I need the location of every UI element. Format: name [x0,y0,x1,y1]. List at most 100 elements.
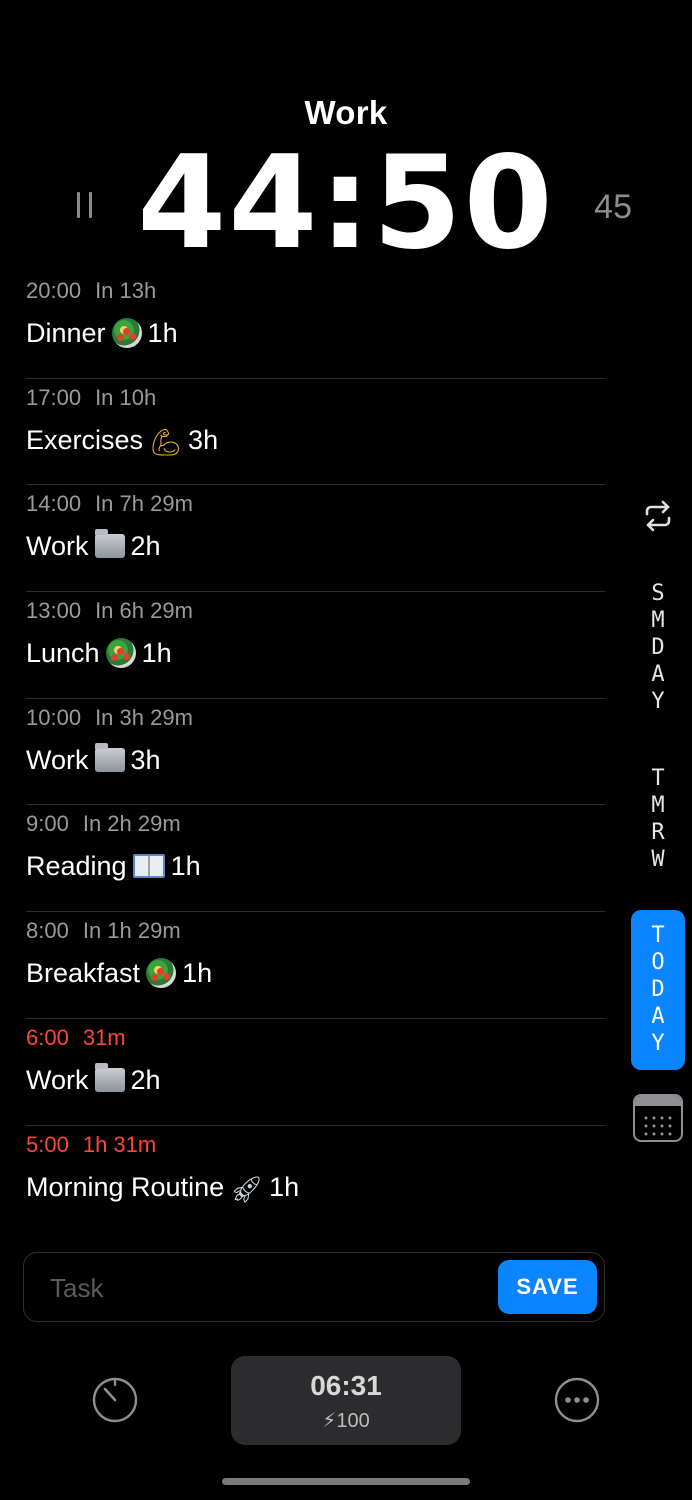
task-name: Morning Routine 🚀︎ 1h [26,1172,299,1203]
task-relative-time: In 13h [95,278,157,303]
task-time: 17:00 [26,384,82,410]
task-name: Breakfast 1h [26,958,212,989]
task-label: Exercises [26,424,144,455]
task-name: Reading 1h [26,851,201,882]
task-name: Exercises 💪︎ 3h [26,425,218,456]
task-relative-time: 1h 31m [82,1131,157,1157]
task-duration: 1h [182,958,213,989]
task-label: Morning Routine [26,1171,225,1202]
more-icon[interactable] [553,1376,601,1424]
task-meta: 8:00 In 1h 29m [26,918,195,944]
calendar-icon-header [635,1096,681,1106]
task-time: 14:00 [26,491,82,517]
task-label: Work [26,531,89,562]
task-label: Lunch [26,638,100,669]
timer-icon[interactable] [91,1376,139,1424]
repeat-icon[interactable] [641,500,675,532]
task-list: 20:00 In 13h Dinner 1h 17:00 In 10h Exercises 💪… [26,272,605,1232]
today-tab[interactable]: TODAY [631,910,685,1070]
task-time: 13:00 [26,598,82,624]
task-row[interactable]: 10:00 In 3h 29m Work 3h [26,699,605,806]
salad-icon [146,958,177,989]
task-row[interactable]: 8:00 In 1h 29m Breakfast 1h [26,912,605,1019]
task-meta: 17:00 In 10h [26,385,170,411]
duration-label[interactable]: 45 [594,188,632,227]
task-row[interactable]: 14:00 In 7h 29m Work 2h [26,485,605,593]
task-relative-time: In 3h 29m [95,704,193,730]
vertical-letter: T [651,766,665,791]
task-duration: 2h [130,1064,161,1095]
task-meta: 13:00 In 6h 29m [26,598,207,624]
task-meta: 10:00 In 3h 29m [26,705,207,731]
tomorrow-tab[interactable]: TMRW [644,765,672,873]
task-relative-time: In 6h 29m [95,598,193,624]
task-name: Work 2h [26,1062,161,1096]
task-label: Reading [26,851,127,882]
vertical-letter: D [651,977,665,1002]
task-name: Dinner 1h [26,318,178,349]
vertical-letter: O [651,950,665,975]
task-meta: 6:00 31m [26,1025,140,1051]
rocket-icon: 🚀︎ [230,1173,264,1204]
task-row[interactable]: 20:00 In 13h Dinner 1h [26,272,605,379]
task-row[interactable]: 17:00 In 10h Exercises 💪︎ 3h [26,379,605,486]
someday-tab[interactable]: SMDAY [644,580,672,715]
task-duration: 1h [269,1171,300,1202]
salad-icon [105,638,136,669]
home-indicator [222,1478,470,1485]
task-label: Work [26,744,89,775]
task-time: 10:00 [26,704,82,730]
vertical-letter: A [651,1004,665,1029]
task-row[interactable]: 13:00 In 6h 29m Lunch 1h [26,592,605,699]
folder-icon [94,529,125,559]
calendar-icon[interactable] [633,1094,683,1142]
vertical-letter: A [651,662,665,687]
task-relative-time: In 7h 29m [95,491,193,517]
task-time: 8:00 [26,918,69,944]
task-meta: 5:00 1h 31m [26,1132,170,1158]
save-button[interactable]: SAVE [498,1260,597,1314]
book-icon [132,854,165,879]
arm-icon: 💪︎ [149,426,183,457]
vertical-letter: R [651,820,665,845]
task-time: 9:00 [26,811,69,837]
vertical-letter: T [651,923,665,948]
task-name: Work 3h [26,742,161,776]
task-name: Lunch 1h [26,638,172,669]
task-duration: 1h [170,851,201,882]
vertical-letter: D [651,635,665,660]
energy-value: ⚡︎100 [231,1408,461,1433]
task-relative-time: In 2h 29m [82,811,181,837]
task-duration: 3h [130,744,161,775]
task-label: Breakfast [26,958,141,989]
task-input[interactable] [48,1267,492,1309]
task-time: 20:00 [26,278,82,303]
task-input-box: SAVE [23,1252,605,1322]
task-row[interactable]: 5:00 1h 31m Morning Routine 🚀︎ 1h [26,1126,605,1233]
vertical-letter: M [651,793,665,818]
task-duration: 1h [141,638,172,669]
salad-icon [111,318,142,348]
vertical-letter: W [651,847,665,872]
task-duration: 2h [130,531,161,562]
folder-icon [94,742,125,772]
task-meta: 9:00 In 2h 29m [26,811,195,837]
task-label: Dinner [26,318,106,348]
vertical-letter: S [651,581,665,606]
energy-number: 100 [336,1410,370,1432]
countdown-timer[interactable]: 44:50 [0,140,692,268]
task-meta: 14:00 In 7h 29m [26,491,207,517]
task-duration: 1h [147,318,178,348]
task-duration: 3h [188,424,219,455]
vertical-letter: Y [651,689,665,714]
task-time: 6:00 [26,1024,69,1050]
task-title: Work [304,94,388,131]
task-row[interactable]: 6:00 31m Work 2h [26,1019,605,1126]
task-row[interactable]: 9:00 In 2h 29m Reading 1h [26,805,605,913]
task-time: 5:00 [26,1131,69,1157]
task-name: Work 2h [26,529,161,562]
task-label: Work [26,1064,89,1095]
clock-card[interactable]: 06:31 ⚡︎100 [231,1356,461,1445]
clock-time: 06:31 [310,1370,382,1401]
vertical-letter: M [651,608,665,633]
